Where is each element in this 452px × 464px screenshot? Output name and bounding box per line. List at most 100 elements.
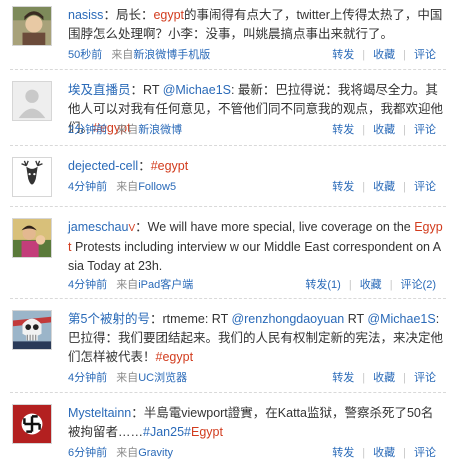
source: 来自UC浏览器	[116, 372, 187, 384]
post-actions: 转发 | 收藏 | 评论	[332, 47, 436, 63]
post-actions: 转发 | 收藏 | 评论	[332, 445, 436, 461]
username[interactable]: nasiss	[68, 8, 103, 22]
username[interactable]: dejected-cell	[68, 159, 138, 173]
username[interactable]: 埃及直播员	[68, 83, 131, 97]
source-link[interactable]: Follow5	[138, 181, 176, 193]
favorite-button[interactable]: 收藏	[373, 124, 395, 136]
divider: |	[403, 181, 406, 193]
source-prefix: 来自	[116, 124, 139, 136]
post-content: Protests including interview w our Middl…	[68, 240, 442, 273]
divider: |	[403, 124, 406, 136]
source: 来自Gravity	[116, 447, 173, 459]
separator	[10, 392, 446, 393]
repost-button[interactable]: 转发	[332, 124, 354, 136]
username[interactable]: 第5个被射的号	[68, 312, 150, 326]
avatar[interactable]	[12, 310, 52, 350]
repost-button[interactable]: 转发(1)	[305, 279, 340, 291]
favorite-button[interactable]: 收藏	[373, 447, 395, 459]
source: 来自新浪微博手机版	[111, 49, 210, 61]
post-actions: 转发 | 收藏 | 评论	[332, 122, 436, 138]
post-text: dejected-cell：#egypt	[68, 157, 444, 176]
source-link[interactable]: Gravity	[138, 447, 173, 459]
repost-button[interactable]: 转发	[332, 372, 354, 384]
post-text: Mysteltainn：半島電viewport證實，在Katta监狱，警察杀死了…	[68, 404, 444, 442]
topic-link[interactable]: egypt	[153, 8, 184, 22]
source: 来自iPad客户端	[116, 279, 193, 291]
photo-avatar-icon	[13, 7, 51, 45]
timestamp[interactable]: 4分钟前	[68, 279, 107, 291]
comment-button[interactable]: 评论	[414, 372, 436, 384]
photo-avatar-icon	[13, 219, 51, 257]
source: 来自Follow5	[116, 181, 176, 193]
source-link[interactable]: iPad客户端	[138, 279, 193, 291]
post-content: ：RT	[130, 83, 163, 97]
divider: |	[348, 279, 352, 291]
mention-link[interactable]: @Michae1S	[163, 83, 231, 97]
divider: |	[362, 49, 366, 61]
timestamp[interactable]: 4分钟前	[68, 372, 107, 384]
repost-button[interactable]: 转发	[332, 49, 354, 61]
topic-link[interactable]: #egypt	[156, 350, 194, 364]
favorite-button[interactable]: 收藏	[373, 49, 395, 61]
avatar[interactable]	[12, 157, 52, 197]
mention-link[interactable]: @Michae1S	[367, 312, 435, 326]
topic-link[interactable]: #egypt	[151, 159, 189, 173]
comment-button[interactable]: 评论	[414, 447, 436, 459]
avatar[interactable]	[12, 218, 52, 258]
post-meta: 50秒前 来自新浪微博手机版 转发 | 收藏 | 评论	[68, 47, 444, 63]
post-text: jameschauV：We will have more special, li…	[68, 218, 444, 276]
repost-button[interactable]: 转发	[332, 181, 354, 193]
avatar[interactable]	[12, 404, 52, 444]
source-prefix: 来自	[111, 49, 134, 61]
divider: |	[403, 372, 406, 384]
source: 来自新浪微博	[116, 124, 182, 136]
post-actions: 转发(1) | 收藏 | 评论(2)	[305, 277, 436, 293]
mention-link[interactable]: #Jan25#	[143, 425, 191, 439]
comment-button[interactable]: 评论	[414, 124, 436, 136]
source-prefix: 来自	[116, 447, 139, 459]
comment-button[interactable]: 评论(2)	[401, 279, 436, 291]
post-actions: 转发 | 收藏 | 评论	[332, 370, 436, 386]
comment-button[interactable]: 评论	[414, 181, 436, 193]
timestamp[interactable]: 50秒前	[68, 49, 102, 61]
avatar[interactable]	[12, 81, 52, 121]
comment-button[interactable]: 评论	[414, 49, 436, 61]
separator	[10, 298, 446, 299]
timestamp[interactable]: 2分钟前	[68, 124, 107, 136]
divider: |	[389, 279, 393, 291]
post-meta: 4分钟前 来自Follow5 转发 | 收藏 | 评论	[68, 179, 444, 195]
post-meta: 2分钟前 来自新浪微博 转发 | 收藏 | 评论	[68, 122, 444, 138]
repost-button[interactable]: 转发	[332, 447, 354, 459]
post-content: ：We will have more special, live coverag…	[135, 220, 415, 234]
post-meta: 4分钟前 来自UC浏览器 转发 | 收藏 | 评论	[68, 370, 444, 386]
username[interactable]: jameschau	[68, 220, 128, 234]
divider: |	[362, 372, 366, 384]
avatar[interactable]	[12, 6, 52, 46]
favorite-button[interactable]: 收藏	[373, 181, 395, 193]
post-meta: 6分钟前 来自Gravity 转发 | 收藏 | 评论	[68, 445, 444, 461]
source-link[interactable]: UC浏览器	[138, 372, 187, 384]
mention-link[interactable]: @renzhongdaoyuan	[231, 312, 344, 326]
post-content: ：局长：	[103, 8, 154, 22]
favorite-button[interactable]: 收藏	[373, 372, 395, 384]
topic-link[interactable]: Egypt	[191, 425, 223, 439]
divider: |	[403, 447, 406, 459]
favorite-button[interactable]: 收藏	[360, 279, 382, 291]
divider: |	[362, 124, 366, 136]
post-meta: 4分钟前 来自iPad客户端 转发(1) | 收藏 | 评论(2)	[68, 277, 444, 293]
separator	[10, 206, 446, 207]
separator	[10, 145, 446, 146]
post-content: RT	[344, 312, 368, 326]
default-user-icon	[13, 82, 51, 120]
source-link[interactable]: 新浪微博	[138, 124, 182, 136]
post-actions: 转发 | 收藏 | 评论	[332, 179, 436, 195]
skull-icon	[13, 311, 51, 349]
source-prefix: 来自	[116, 181, 139, 193]
deer-head-icon	[13, 158, 51, 196]
source-prefix: 来自	[116, 279, 139, 291]
timestamp[interactable]: 6分钟前	[68, 447, 107, 459]
post-content: ：rtmeme: RT	[149, 312, 232, 326]
username[interactable]: Mysteltainn	[68, 406, 131, 420]
timestamp[interactable]: 4分钟前	[68, 181, 107, 193]
source-link[interactable]: 新浪微博手机版	[133, 49, 210, 61]
